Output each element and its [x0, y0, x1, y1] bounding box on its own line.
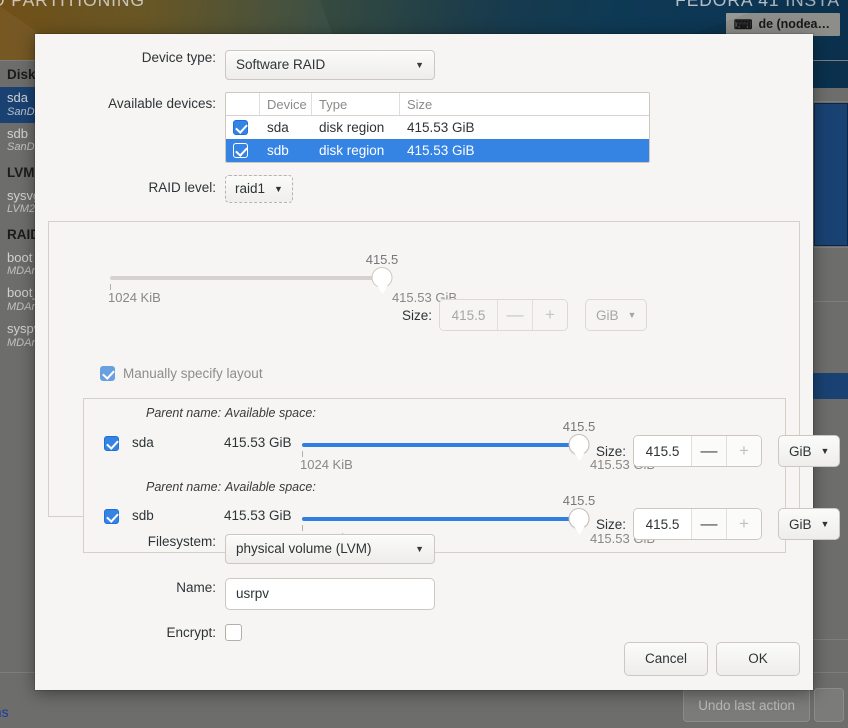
chevron-down-icon: ▼ [627, 310, 637, 320]
total-size-slider[interactable]: 415.5 1024 KiB 415.53 GiB [108, 252, 457, 305]
device-type-value: Software RAID [236, 57, 326, 72]
device-type-combo[interactable]: Software RAID ▼ [225, 50, 435, 80]
name-label: Name: [176, 580, 216, 595]
manual-layout-checkbox-row[interactable]: Manually specify layout [100, 366, 263, 381]
row-type: disk region [319, 143, 385, 158]
available-space-header: Available space: [225, 480, 316, 494]
slider-track[interactable] [302, 508, 590, 535]
parent-unit-value-sdb: GiB [789, 516, 812, 532]
parent-slider-value-sdb: 415.5 [562, 493, 596, 508]
parent-unit-combo-sda[interactable]: GiB ▼ [778, 435, 841, 467]
parent-checkbox-sda[interactable] [104, 436, 119, 451]
parent-size-label-sdb: Size: [596, 516, 627, 532]
chevron-down-icon: ▼ [415, 543, 424, 554]
parent-name-sda: sda [132, 435, 154, 450]
total-size-label: Size: [402, 307, 433, 323]
parent-size-slider-sdb[interactable]: 415.5 1024 KiB 415.53 GiB [300, 493, 655, 546]
parent-devices-frame: Parent name: Available space: sda 415.53… [83, 398, 841, 553]
slider-fill [302, 517, 579, 521]
total-size-controls: Size: 415.5 — + GiB ▼ [402, 299, 648, 331]
total-size-increment-button[interactable]: + [532, 300, 568, 330]
table-row[interactable]: sda disk region 415.53 GiB [226, 116, 649, 139]
available-devices-table[interactable]: Device Type Size sda disk region 415.53 … [225, 92, 650, 163]
device-checkbox[interactable] [233, 120, 248, 135]
parent-unit-value-sda: GiB [789, 443, 812, 459]
total-size-unit-value: GiB [596, 307, 619, 323]
slider-thumb[interactable] [568, 434, 590, 461]
dialog-action-buttons: Cancel OK [624, 642, 800, 676]
parent-slider-value-sda: 415.5 [562, 419, 596, 434]
chevron-down-icon: ▼ [820, 519, 830, 529]
filesystem-label: Filesystem: [147, 534, 216, 549]
name-input[interactable]: usrpv [225, 578, 435, 610]
ok-button[interactable]: OK [716, 642, 800, 676]
device-type-row: Device type: Software RAID ▼ [35, 50, 813, 80]
filesystem-value: physical volume (LVM) [236, 541, 372, 556]
raid-level-label: RAID level: [148, 180, 216, 195]
total-size-min-label: 1024 KiB [108, 290, 161, 305]
raid-level-row: RAID level: raid1 ▼ [35, 175, 813, 203]
filesystem-combo[interactable]: physical volume (LVM) ▼ [225, 534, 435, 564]
parent-available-space-sdb: 415.53 GiB [224, 508, 292, 523]
parent-size-spinner-sda[interactable]: 415.5 — + [633, 435, 763, 467]
parent-min-label-sda: 1024 KiB [300, 457, 353, 472]
slider-track[interactable] [302, 434, 590, 461]
filesystem-row: Filesystem: physical volume (LVM) ▼ [35, 534, 813, 564]
device-type-label: Device type: [141, 50, 216, 65]
available-devices-row: Available devices: Device Type Size sda … [35, 92, 813, 163]
parent-size-decrement-sda[interactable]: — [691, 436, 727, 466]
row-type: disk region [319, 120, 385, 135]
parent-name-header: Parent name: [146, 480, 222, 494]
parent-name-sdb: sdb [132, 508, 154, 523]
parent-checkbox-sdb[interactable] [104, 509, 119, 524]
row-size: 415.53 GiB [407, 120, 475, 135]
slider-thumb[interactable] [568, 508, 590, 535]
total-size-unit-combo[interactable]: GiB ▼ [585, 299, 648, 331]
configure-device-dialog: Device type: Software RAID ▼ Available d… [35, 34, 841, 690]
total-size-spinner[interactable]: 415.5 — + [439, 299, 569, 331]
encrypt-checkbox[interactable] [225, 624, 242, 641]
row-device: sda [267, 120, 289, 135]
slider-thumb[interactable] [371, 267, 393, 294]
chevron-down-icon: ▼ [274, 183, 283, 194]
parent-available-space-sda: 415.53 GiB [224, 435, 292, 450]
raid-level-combo[interactable]: raid1 ▼ [225, 175, 293, 203]
total-size-value[interactable]: 415.5 [440, 300, 498, 330]
row-checkbox-cell[interactable] [226, 120, 260, 135]
row-checkbox-cell[interactable] [226, 143, 260, 158]
table-row[interactable]: sdb disk region 415.53 GiB [226, 139, 649, 162]
table-header: Device Type Size [226, 93, 649, 116]
parent-size-value-sda[interactable]: 415.5 [634, 436, 692, 466]
column-header-check [226, 93, 260, 115]
slider-fill [302, 443, 579, 447]
parent-size-increment-sda[interactable]: + [726, 436, 762, 466]
column-header-device: Device [260, 93, 312, 115]
available-space-header: Available space: [225, 406, 316, 420]
encrypt-label: Encrypt: [166, 625, 216, 640]
encrypt-row: Encrypt: [35, 624, 813, 641]
total-size-decrement-button[interactable]: — [497, 300, 533, 330]
parent-size-label-sda: Size: [596, 443, 627, 459]
column-header-type: Type [312, 93, 400, 115]
parent-size-slider-sda[interactable]: 415.5 1024 KiB 415.53 GiB [300, 419, 655, 472]
manual-layout-label: Manually specify layout [123, 366, 263, 381]
device-checkbox[interactable] [233, 143, 248, 158]
raid-level-value: raid1 [235, 181, 266, 196]
row-size: 415.53 GiB [407, 143, 475, 158]
manual-layout-checkbox[interactable] [100, 366, 115, 381]
parent-name-header: Parent name: [146, 406, 222, 420]
chevron-down-icon: ▼ [415, 59, 424, 70]
cancel-button[interactable]: Cancel [624, 642, 708, 676]
slider-track[interactable] [110, 267, 393, 294]
chevron-down-icon: ▼ [820, 446, 830, 456]
parent-size-controls-sda: Size: 415.5 — + GiB ▼ [596, 435, 841, 467]
size-configuration-frame: 415.5 1024 KiB 415.53 GiB Size: 415.5 — … [48, 221, 841, 553]
row-device: sdb [267, 143, 289, 158]
column-header-size: Size [407, 96, 433, 112]
total-size-slider-value: 415.5 [365, 252, 399, 267]
name-row: Name: usrpv [35, 578, 813, 610]
available-devices-label: Available devices: [108, 96, 216, 111]
